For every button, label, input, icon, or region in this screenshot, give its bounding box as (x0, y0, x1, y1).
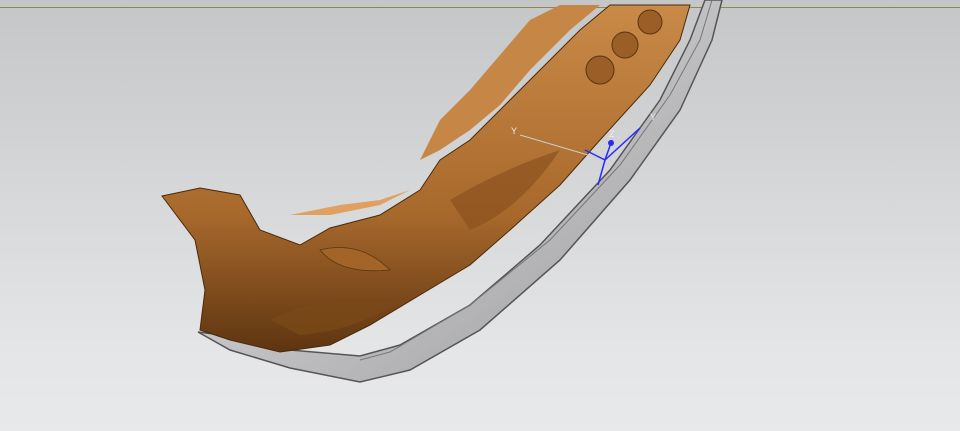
triad-y2-label: Y (650, 112, 656, 122)
triad-y-axis (519, 134, 606, 161)
triad-z-label: Z (609, 129, 615, 139)
triad-origin-handle[interactable] (608, 140, 614, 146)
3d-viewport[interactable]: Y Z Y (0, 0, 960, 431)
triad-y-label: Y (511, 126, 517, 136)
coordinate-triad[interactable]: Y Z Y (0, 0, 960, 431)
